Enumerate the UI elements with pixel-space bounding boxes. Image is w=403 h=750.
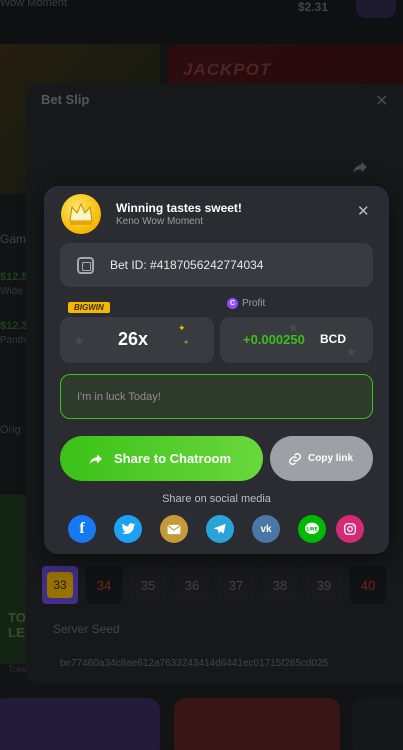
profit-label: Profit <box>242 298 266 309</box>
social-share-title: Share on social media <box>162 493 271 505</box>
instagram-icon[interactable] <box>336 515 364 543</box>
bet-id: Bet ID: #4187056242774034 <box>110 258 264 272</box>
bcd-coin-icon: C <box>227 298 238 309</box>
telegram-icon[interactable] <box>206 515 234 543</box>
share-bet-modal: Winning tastes sweet! Keno Wow Moment ✕ … <box>44 186 389 554</box>
copy-link-button[interactable]: Copy link <box>270 436 373 481</box>
share-icon <box>89 453 102 464</box>
bet-id-row: Bet ID: #4187056242774034 <box>60 243 373 287</box>
multiplier-value: 26x <box>118 329 149 349</box>
profit-value: +0.000250 <box>243 332 305 347</box>
email-icon[interactable] <box>160 515 188 543</box>
star-decoration: ★ <box>346 345 357 359</box>
star-decoration: ★ <box>74 334 85 348</box>
star-decoration: ✦ <box>178 323 186 333</box>
close-icon[interactable]: ✕ <box>357 202 370 220</box>
line-icon[interactable]: LINE <box>298 515 326 543</box>
profit-box: ★ ★ +0.000250 BCD <box>220 317 373 363</box>
star-decoration: ● <box>184 339 189 346</box>
modal-title: Winning tastes sweet! <box>116 201 242 215</box>
vk-icon[interactable]: vk <box>252 515 280 543</box>
profit-unit: BCD <box>320 332 346 346</box>
svg-text:LINE: LINE <box>306 526 317 532</box>
bigwin-badge: BIGWIN <box>68 302 110 313</box>
copy-link-label: Copy link <box>308 453 354 464</box>
share-to-chatroom-button[interactable]: Share to Chatroom <box>60 436 263 481</box>
share-button-label: Share to Chatroom <box>114 451 232 466</box>
facebook-icon[interactable]: f <box>68 515 96 543</box>
link-icon <box>289 452 301 465</box>
share-message-input[interactable] <box>60 374 373 419</box>
bet-id-icon <box>77 257 94 274</box>
profit-label-group: C Profit <box>227 298 265 309</box>
multiplier-box: ★ ✦ ● 26x <box>60 317 214 363</box>
crown-icon <box>61 194 101 234</box>
twitter-icon[interactable] <box>114 515 142 543</box>
modal-subtitle: Keno Wow Moment <box>116 216 204 227</box>
